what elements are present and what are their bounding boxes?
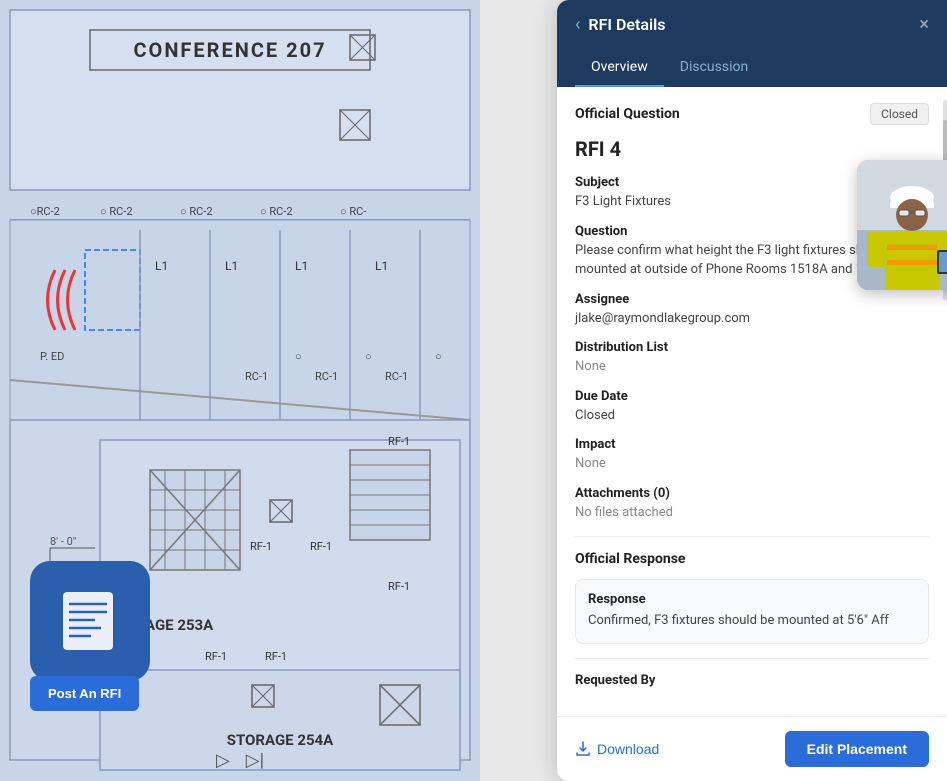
divider-2 [575,658,929,659]
response-label: Response [588,592,916,607]
rfi-panel: ‹ RFI Details × Overview Discussion Offi… [557,0,947,781]
field-distribution-list-label: Distribution List [575,340,929,355]
official-question-title: Official Question [575,106,680,122]
field-requested-by-label: Requested By [575,673,929,688]
svg-text:8' - 0": 8' - 0" [50,535,76,548]
field-assignee-value: jlake@raymondlakegroup.com [575,309,929,329]
worker-photo [857,160,947,290]
skip-button[interactable]: ▷| [246,750,264,771]
svg-text:RF-1: RF-1 [205,650,227,663]
field-due-date: Due Date Closed [575,389,929,426]
play-button[interactable]: ▷ [216,750,230,771]
download-icon [575,741,591,757]
field-attachments-label: Attachments (0) [575,486,929,501]
field-impact-value: None [575,454,929,474]
divider-1 [575,536,929,537]
official-question-section-header: Official Question Closed [575,103,929,125]
svg-text:RF-1: RF-1 [388,435,410,448]
rfi-header-left: ‹ RFI Details [575,14,665,35]
status-badge: Closed [870,103,929,125]
svg-text:L1: L1 [295,259,308,273]
field-assignee-label: Assignee [575,292,929,307]
official-response-title: Official Response [575,551,929,567]
response-box: Response Confirmed, F3 fixtures should b… [575,579,929,644]
svg-text:○: ○ [295,350,302,363]
rfi-footer: Download Edit Placement [557,716,947,781]
svg-text:RF-1: RF-1 [265,650,287,663]
svg-text:CONFERENCE 207: CONFERENCE 207 [133,38,326,62]
field-impact: Impact None [575,437,929,474]
edit-placement-label: Edit Placement [807,741,907,757]
svg-text:RF-1: RF-1 [310,540,332,553]
close-button[interactable]: × [919,16,929,34]
rfi-header: ‹ RFI Details × [557,0,947,49]
svg-text:RC-1: RC-1 [245,370,268,383]
field-requested-by: Requested By [575,673,929,688]
field-distribution-list: Distribution List None [575,340,929,377]
svg-text:P. ED: P. ED [40,350,64,363]
rfi-panel-title: RFI Details [588,15,665,34]
svg-text:○ RC-2: ○ RC-2 [260,205,293,218]
svg-text:RC-1: RC-1 [385,370,408,383]
svg-text:○ RC-: ○ RC- [340,205,366,218]
field-assignee: Assignee jlake@raymondlakegroup.com [575,292,929,329]
svg-text:○: ○ [365,350,372,363]
main-container: CONFERENCE 207 ○RC-2 ○ RC-2 ○ RC-2 ○ RC-… [0,0,947,781]
blueprint-icon [30,561,150,681]
edit-placement-button[interactable]: Edit Placement [785,731,929,767]
playback-controls: ▷ ▷| [216,750,264,771]
svg-text:RF-1: RF-1 [388,580,410,593]
svg-text:○: ○ [435,350,442,363]
field-attachments: Attachments (0) No files attached [575,486,929,523]
svg-text:○ RC-2: ○ RC-2 [100,205,133,218]
download-button[interactable]: Download [575,741,659,757]
field-impact-label: Impact [575,437,929,452]
svg-text:○ RC-2: ○ RC-2 [180,205,213,218]
svg-text:STORAGE 254A: STORAGE 254A [227,731,334,749]
field-attachments-value: No files attached [575,503,929,523]
field-distribution-list-value: None [575,357,929,377]
svg-text:L1: L1 [375,259,388,273]
svg-text:RC-1: RC-1 [315,370,338,383]
official-response-section: Official Response [575,551,929,567]
tab-discussion[interactable]: Discussion [664,49,764,88]
tab-overview[interactable]: Overview [575,49,664,88]
download-label: Download [597,741,659,757]
field-due-date-value: Closed [575,406,929,426]
back-button[interactable]: ‹ [575,14,580,35]
blueprint-area: CONFERENCE 207 ○RC-2 ○ RC-2 ○ RC-2 ○ RC-… [0,0,480,781]
svg-text:RF-1: RF-1 [250,540,272,553]
field-due-date-label: Due Date [575,389,929,404]
svg-text:L1: L1 [225,259,238,273]
tabs-row: Overview Discussion [557,49,947,87]
post-rfi-button[interactable]: Post An RFI [30,676,139,711]
response-value: Confirmed, F3 fixtures should be mounted… [588,611,916,631]
svg-text:○RC-2: ○RC-2 [30,205,60,218]
svg-text:L1: L1 [155,259,168,273]
rfi-number: RFI 4 [575,137,929,161]
